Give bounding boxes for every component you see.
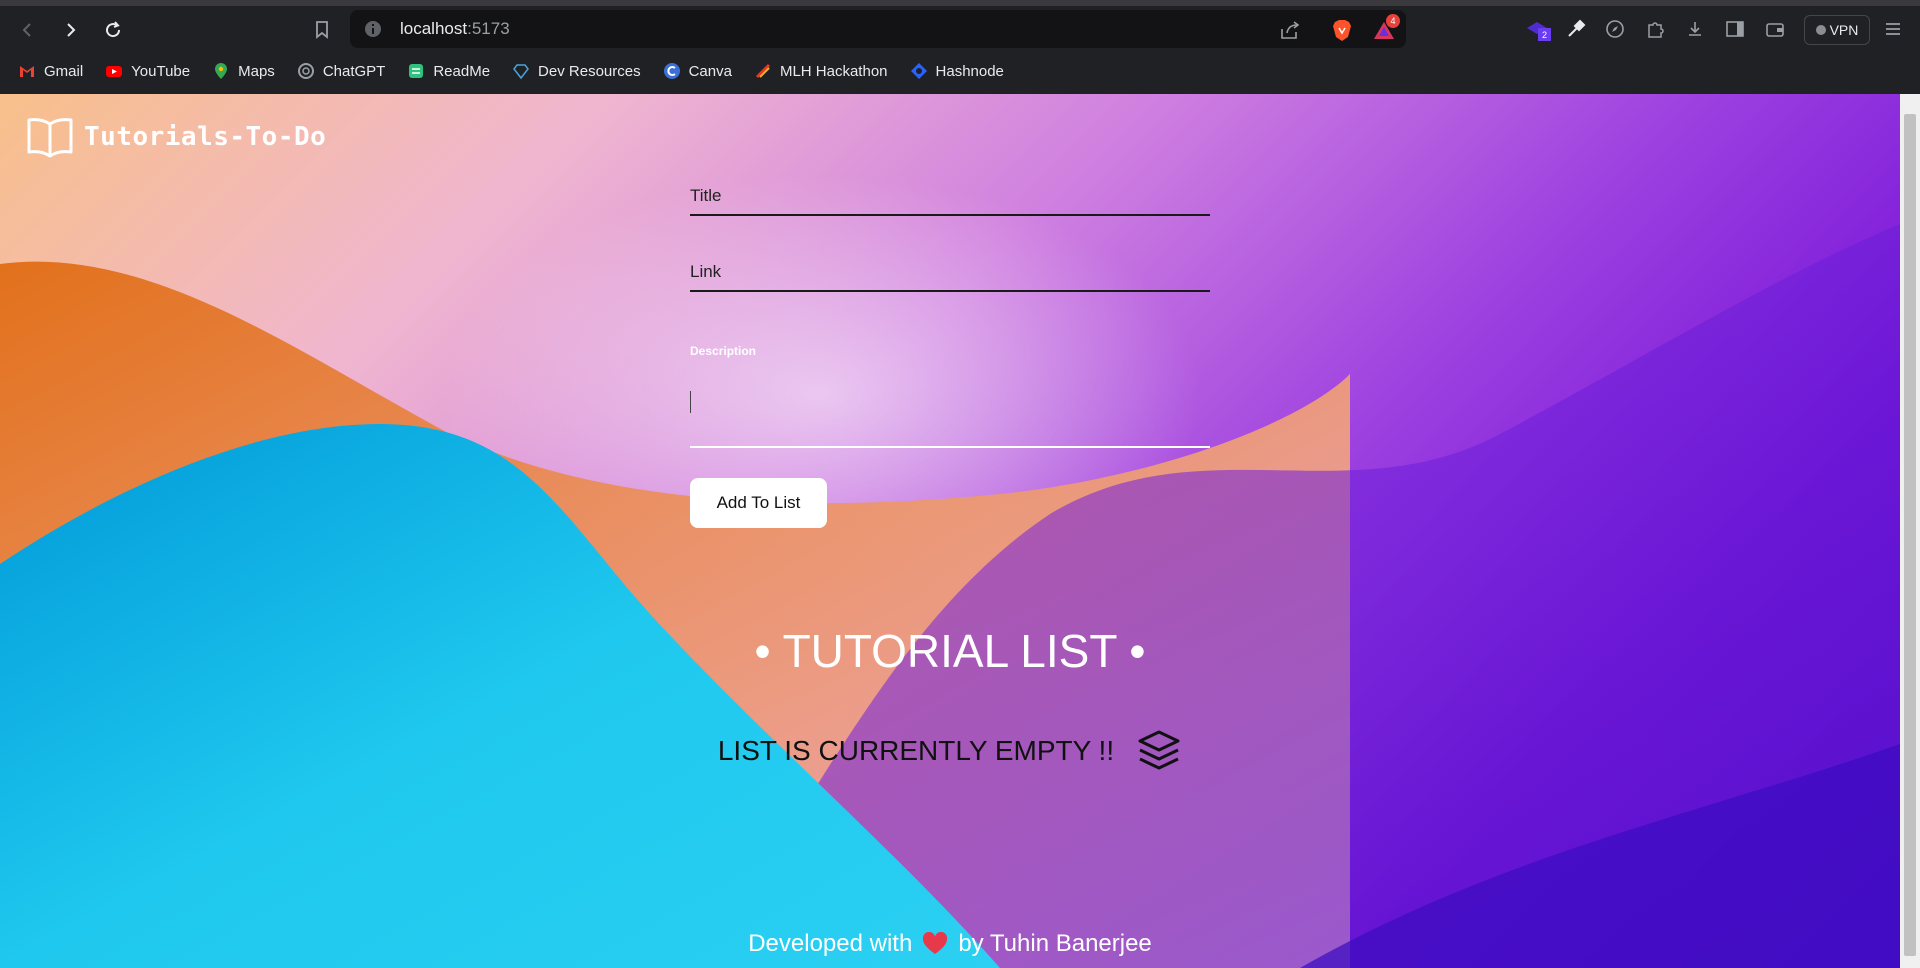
bookmark-dev-resources[interactable]: Dev Resources <box>512 56 641 86</box>
bookmark-hashnode[interactable]: Hashnode <box>910 56 1004 86</box>
footer-credit: Developed with by Tuhin Banerjee <box>0 930 1900 958</box>
open-book-icon <box>27 118 73 158</box>
heart-icon <box>923 932 948 954</box>
reload-icon <box>106 21 121 38</box>
compass-icon <box>1606 20 1624 38</box>
url-host: localhost <box>400 19 468 38</box>
bookmark-maps[interactable]: Maps <box>212 56 275 86</box>
brave-lion-icon <box>1333 20 1351 41</box>
bookmark-readme[interactable]: ReadMe <box>407 56 490 86</box>
arrow-left-icon <box>22 23 31 37</box>
add-to-list-button[interactable]: Add To List <box>690 478 827 528</box>
bookmark-youtube[interactable]: YouTube <box>105 56 190 86</box>
download-icon <box>1689 22 1701 36</box>
readme-icon <box>409 64 424 78</box>
bookmark-label: Canva <box>688 62 732 80</box>
extension-badge: 2 <box>1538 28 1551 41</box>
canva-icon <box>663 63 680 79</box>
extensions-menu-button[interactable] <box>1642 16 1668 42</box>
sidebar-icon <box>1726 21 1744 37</box>
url-port: :5173 <box>467 19 510 38</box>
stack-layers-icon <box>1138 730 1180 770</box>
youtube-icon <box>106 66 123 77</box>
eyedropper-icon <box>1568 19 1586 37</box>
bookmark-label: Dev Resources <box>538 62 641 80</box>
rewards-badge: 4 <box>1386 14 1400 28</box>
arrow-right-icon <box>67 23 76 37</box>
link-input[interactable] <box>690 256 1210 292</box>
bookmark-mlh-hackathon[interactable]: MLH Hackathon <box>754 56 888 86</box>
page-viewport: Tutorials-To-Do Description Add To List … <box>0 94 1900 968</box>
url-text: localhost:5173 <box>400 19 510 39</box>
mlh-icon <box>755 63 771 79</box>
hashnode-icon <box>910 63 927 79</box>
link-field <box>690 256 1210 292</box>
title-input[interactable] <box>690 180 1210 216</box>
bookmark-canva[interactable]: Canva <box>663 56 732 86</box>
scrollbar-thumb[interactable] <box>1904 114 1916 956</box>
description-label: Description <box>690 344 757 358</box>
app-brand[interactable]: Tutorials-To-Do <box>26 116 326 158</box>
site-info-icon[interactable] <box>364 20 382 38</box>
bookmark-icon <box>316 21 328 39</box>
puzzle-icon <box>1648 22 1664 38</box>
bookmark-label: YouTube <box>131 62 191 80</box>
hamburger-menu-icon <box>1886 23 1900 35</box>
bookmark-label: Maps <box>238 62 275 80</box>
brave-shields-button[interactable] <box>1330 18 1354 42</box>
footer-prefix: Developed with <box>748 930 913 957</box>
downloads-button[interactable] <box>1682 16 1708 42</box>
description-input[interactable] <box>690 364 1210 448</box>
page-scrollbar[interactable] <box>1900 94 1920 968</box>
sidebar-toggle-button[interactable] <box>1722 16 1748 42</box>
reload-button[interactable] <box>97 14 129 46</box>
bookmark-gmail[interactable]: Gmail <box>18 56 83 86</box>
gmail-icon <box>20 66 34 77</box>
diamond-icon <box>513 64 529 80</box>
back-button[interactable] <box>12 14 44 46</box>
bookmark-page-button[interactable] <box>306 14 338 46</box>
maps-icon <box>215 63 228 79</box>
forward-button[interactable] <box>54 14 86 46</box>
dropper-extension-button[interactable] <box>1563 16 1589 42</box>
empty-list-notice: LIST IS CURRENTLY EMPTY !! <box>0 729 1900 773</box>
bookmark-label: Gmail <box>44 62 84 80</box>
wallet-icon <box>1766 23 1784 37</box>
footer-suffix: by Tuhin Banerjee <box>958 930 1152 957</box>
text-caret <box>690 391 691 413</box>
share-button[interactable] <box>1278 18 1302 42</box>
bookmark-label: ReadMe <box>433 62 491 80</box>
vpn-button[interactable]: VPN <box>1804 15 1870 45</box>
bookmark-label: Hashnode <box>935 62 1004 80</box>
chatgpt-icon <box>297 63 314 79</box>
title-field <box>690 180 1210 216</box>
wallet-button[interactable] <box>1762 16 1788 42</box>
bookmark-label: MLH Hackathon <box>779 62 888 80</box>
browser-chrome: localhost:5173 4 2 VPN Gmail YouTube Map… <box>0 0 1920 94</box>
main-menu-button[interactable] <box>1880 16 1906 42</box>
app-title: Tutorials-To-Do <box>84 122 327 152</box>
tutorial-list-heading: • TUTORIAL LIST • <box>754 625 1146 677</box>
browser-toolbar: localhost:5173 4 2 VPN <box>0 6 1920 50</box>
vpn-label: VPN <box>1829 22 1859 38</box>
bookmark-chatgpt[interactable]: ChatGPT <box>297 56 386 86</box>
share-icon <box>1281 21 1300 39</box>
address-bar[interactable]: localhost:5173 4 <box>350 10 1406 48</box>
vpn-status-icon <box>1815 25 1826 35</box>
empty-message: LIST IS CURRENTLY EMPTY !! <box>717 735 1115 766</box>
background-waves <box>0 174 1900 968</box>
compass-extension-button[interactable] <box>1602 16 1628 42</box>
bookmarks-bar: Gmail YouTube Maps ChatGPT ReadMe Dev Re… <box>0 54 1920 88</box>
brave-rewards-button[interactable]: 4 <box>1372 14 1400 42</box>
bookmark-label: ChatGPT <box>322 62 386 80</box>
extension-button-1[interactable]: 2 <box>1524 16 1551 42</box>
